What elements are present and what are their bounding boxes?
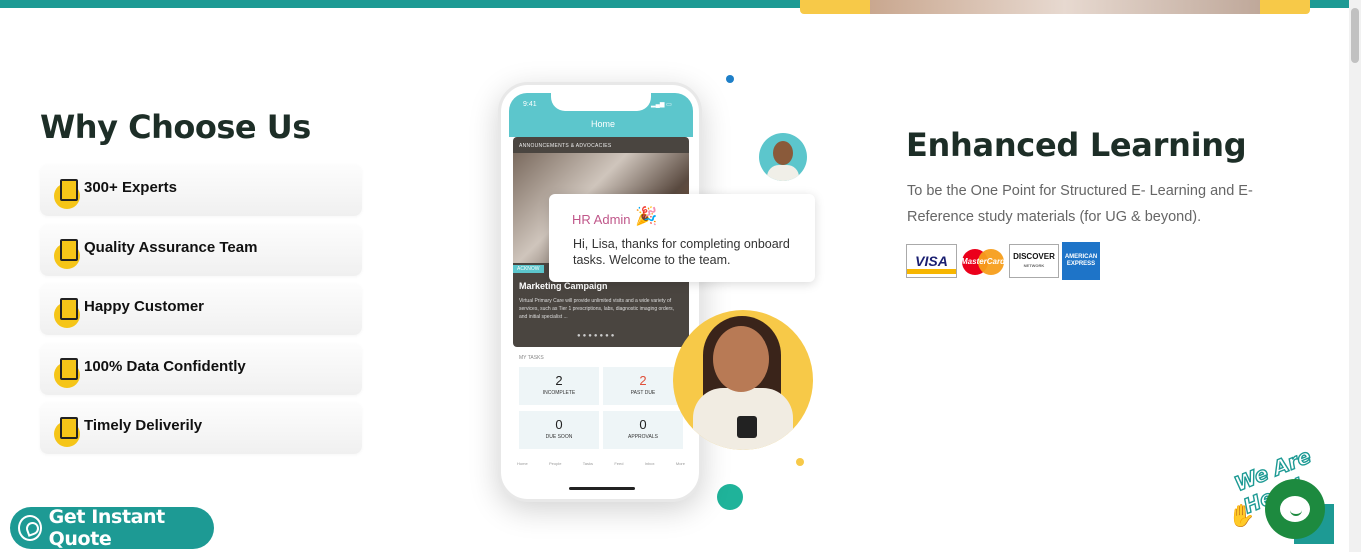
- discover-card-icon: DISCOVER NETWORK: [1009, 244, 1059, 278]
- get-instant-quote-button[interactable]: Get Instant Quote: [10, 506, 214, 550]
- task-count: 0: [639, 417, 647, 432]
- feature-label: 100% Data Confidently: [84, 357, 246, 375]
- chat-message-card: HR Admin 🎉 Hi, Lisa, thanks for completi…: [549, 194, 815, 282]
- announcement-section-label: ANNOUNCEMENTS & ADVOCACIES: [519, 143, 612, 149]
- phone-home-indicator: [569, 487, 635, 490]
- feature-happy-customer: Happy Customer: [40, 283, 362, 335]
- task-tile-incomplete: 2 INCOMPLETE: [519, 367, 599, 405]
- decor-dot-teal: [717, 484, 743, 510]
- phone-notch: [551, 91, 651, 111]
- image-face: [713, 326, 769, 392]
- amex-card-icon: AMERICAN EXPRESS: [1062, 242, 1100, 280]
- feature-delivery: Timely Deliverily: [40, 402, 362, 454]
- tab-inbox: Inbox: [644, 461, 655, 466]
- avatar-face: [773, 141, 793, 165]
- feature-label: Happy Customer: [84, 297, 205, 315]
- avatar-body: [767, 165, 799, 181]
- feature-experts: 300+ Experts: [40, 164, 362, 216]
- my-tasks-panel: MY TASKS 2 INCOMPLETE 2 PAST DUE 0 DUE S…: [513, 351, 689, 457]
- tab-more: More: [675, 461, 685, 466]
- task-tile-due-soon: 0 DUE SOON: [519, 411, 599, 449]
- mastercard-icon: MasterCard: [960, 244, 1006, 278]
- task-label: INCOMPLETE: [542, 390, 576, 396]
- task-count: 2: [639, 373, 647, 388]
- card-description: Virtual Primary Care will provide unlimi…: [519, 298, 675, 320]
- scrollbar-thumb[interactable]: [1351, 8, 1359, 63]
- task-count: 0: [555, 417, 563, 432]
- calendar-icon: [54, 417, 80, 447]
- signal-icon: ▂▄▆ ▭: [651, 102, 672, 108]
- task-label: PAST DUE: [630, 390, 656, 396]
- feature-label: 300+ Experts: [84, 178, 177, 196]
- waving-hand-icon: ✋: [1228, 503, 1256, 528]
- feature-label: Quality Assurance Team: [84, 238, 258, 256]
- whatsapp-icon: [18, 515, 42, 541]
- discover-label: DISCOVER: [1013, 252, 1055, 261]
- task-count: 2: [555, 373, 563, 388]
- hero-image-strip: [800, 0, 1310, 14]
- tab-tasks: Tasks: [582, 461, 593, 466]
- discover-sub-label: NETWORK: [1023, 263, 1045, 268]
- document-icon: [54, 358, 80, 388]
- party-popper-icon: 🎉: [635, 206, 658, 226]
- phone-tab-bar: Home People Tasks Feed Inbox More: [513, 461, 689, 466]
- quote-button-label: Get Instant Quote: [48, 506, 166, 550]
- tab-feed: Feed: [614, 461, 624, 466]
- phone-home-title: Home: [590, 119, 615, 129]
- chart-icon: [54, 298, 80, 328]
- my-tasks-label: MY TASKS: [519, 355, 544, 361]
- handshake-icon: [54, 239, 80, 269]
- feature-label: Timely Deliverily: [84, 416, 203, 434]
- feature-data: 100% Data Confidently: [40, 343, 362, 395]
- message-sender: HR Admin: [572, 212, 631, 227]
- tab-home: Home: [517, 461, 528, 466]
- phone-mockup: 9:41 ▂▄▆ ▭ Home ANNOUNCEMENTS & ADVOCACI…: [498, 82, 702, 502]
- card-title: Marketing Campaign: [519, 281, 608, 291]
- task-label: DUE SOON: [545, 434, 573, 440]
- woman-with-phone-image: [673, 310, 813, 450]
- chat-icon: [1280, 496, 1310, 522]
- why-choose-us-title: Why Choose Us: [40, 108, 311, 146]
- decor-dot-blue: [726, 75, 734, 83]
- carousel-dots: ●●●●●●●: [577, 333, 617, 339]
- task-tile-approvals: 0 APPROVALS: [603, 411, 683, 449]
- feature-quality: Quality Assurance Team: [40, 224, 362, 276]
- avatar-man: [759, 133, 807, 181]
- task-label: APPROVALS: [628, 434, 658, 440]
- decor-dot-yellow: [796, 458, 804, 466]
- enhanced-learning-text: To be the One Point for Structured E- Le…: [907, 183, 1253, 225]
- live-chat-button[interactable]: [1265, 479, 1325, 539]
- graduation-cap-icon: [54, 179, 80, 209]
- task-tile-past-due: 2 PAST DUE: [603, 367, 683, 405]
- phone-time: 9:41: [523, 101, 537, 108]
- message-text: Hi, Lisa, thanks for completing onboard …: [573, 237, 790, 267]
- mastercard-label: MasterCard: [960, 256, 1005, 266]
- enhanced-learning-title: Enhanced Learning: [906, 126, 1247, 164]
- visa-card-icon: VISA: [906, 244, 957, 278]
- tab-people: People: [548, 461, 562, 466]
- payment-cards: VISA MasterCard DISCOVER NETWORK AMERICA…: [906, 242, 1100, 280]
- amex-line1: AMERICAN: [1064, 254, 1098, 260]
- ack-badge: ACKNOW: [513, 265, 544, 273]
- image-phone: [737, 416, 757, 438]
- amex-line2: EXPRESS: [1066, 261, 1096, 267]
